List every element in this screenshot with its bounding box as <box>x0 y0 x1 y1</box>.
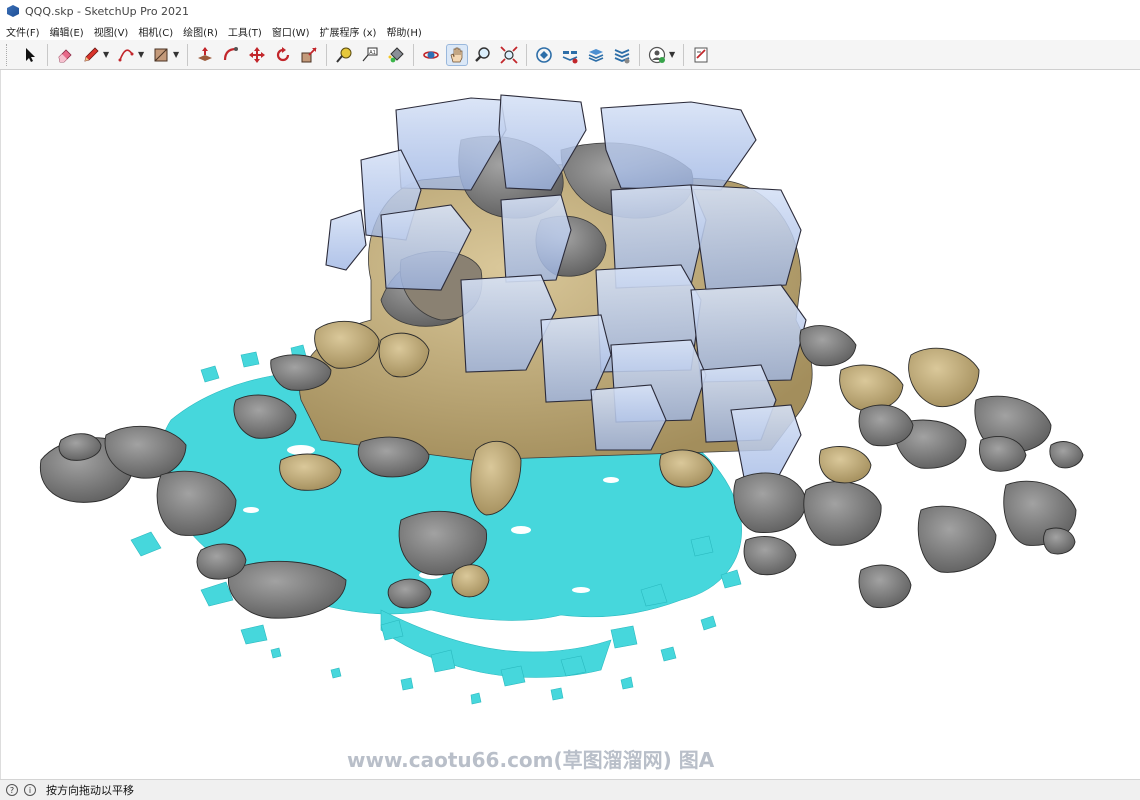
layout-icon[interactable] <box>585 44 607 66</box>
profile-dropdown-icon[interactable]: ▼ <box>669 50 676 59</box>
model-viewport[interactable]: www.caotu66.com(草图溜溜网) 图A <box>0 70 1140 779</box>
toolbar-separator <box>683 43 684 66</box>
push-pull-icon[interactable] <box>194 44 216 66</box>
menu-file[interactable]: 文件(F) <box>0 24 45 39</box>
menu-window[interactable]: 窗口(W) <box>267 24 315 39</box>
window-title: QQQ.skp - SketchUp Pro 2021 <box>25 4 190 18</box>
follow-me-icon[interactable] <box>220 44 242 66</box>
tape-measure-icon[interactable] <box>333 44 355 66</box>
toolbar-separator <box>526 43 527 66</box>
menu-help[interactable]: 帮助(H) <box>381 24 426 39</box>
profile-icon[interactable] <box>646 44 668 66</box>
info-icon[interactable]: i <box>24 784 36 796</box>
menu-tools[interactable]: 工具(T) <box>223 24 267 39</box>
menu-view[interactable]: 视图(V) <box>89 24 134 39</box>
license-icon[interactable] <box>690 44 712 66</box>
eraser-icon[interactable] <box>54 44 76 66</box>
extension-warehouse-icon[interactable] <box>559 44 581 66</box>
paint-bucket-icon[interactable] <box>385 44 407 66</box>
extension-manager-icon[interactable] <box>611 44 633 66</box>
pencil-icon[interactable] <box>80 44 102 66</box>
status-message: 按方向拖动以平移 <box>46 784 134 797</box>
sketchup-logo-icon <box>7 5 19 17</box>
scale-icon[interactable] <box>298 44 320 66</box>
toolbar-separator <box>639 43 640 66</box>
toolbar-separator <box>47 43 48 66</box>
status-bar: ? i 按方向拖动以平移 <box>0 779 1140 800</box>
warehouse-icon[interactable] <box>533 44 555 66</box>
rock-waterfall-model: www.caotu66.com(草图溜溜网) 图A <box>39 94 1084 772</box>
arc-icon[interactable] <box>115 44 137 66</box>
rotate-icon[interactable] <box>272 44 294 66</box>
toolbar-grip[interactable] <box>6 43 11 66</box>
toolbar-separator <box>326 43 327 66</box>
select-icon[interactable] <box>19 44 41 66</box>
pencil-dropdown-icon[interactable]: ▼ <box>103 50 110 59</box>
svg-text:A1: A1 <box>369 49 376 55</box>
menu-bar: 文件(F) 编辑(E) 视图(V) 相机(C) 绘图(R) 工具(T) 窗口(W… <box>0 22 1140 40</box>
toolbar-separator <box>413 43 414 66</box>
pan-icon[interactable] <box>446 43 468 66</box>
orbit-icon[interactable] <box>420 44 442 66</box>
watermark-text: www.caotu66.com(草图溜溜网) 图A <box>347 748 715 772</box>
text-icon[interactable]: A1 <box>359 44 381 66</box>
main-toolbar: ▼ ▼ ▼ A1 ▼ <box>0 40 1140 70</box>
menu-extensions[interactable]: 扩展程序 (x) <box>315 24 382 39</box>
move-icon[interactable] <box>246 44 268 66</box>
zoom-extents-icon[interactable] <box>498 44 520 66</box>
zoom-icon[interactable] <box>472 44 494 66</box>
geo-location-icon[interactable]: ? <box>6 784 18 796</box>
menu-draw[interactable]: 绘图(R) <box>178 24 223 39</box>
menu-camera[interactable]: 相机(C) <box>133 24 178 39</box>
arc-dropdown-icon[interactable]: ▼ <box>138 50 145 59</box>
toolbar-separator <box>187 43 188 66</box>
menu-edit[interactable]: 编辑(E) <box>45 24 89 39</box>
rectangle-icon[interactable] <box>150 44 172 66</box>
title-bar: QQQ.skp - SketchUp Pro 2021 <box>0 0 1140 22</box>
rectangle-dropdown-icon[interactable]: ▼ <box>173 50 180 59</box>
